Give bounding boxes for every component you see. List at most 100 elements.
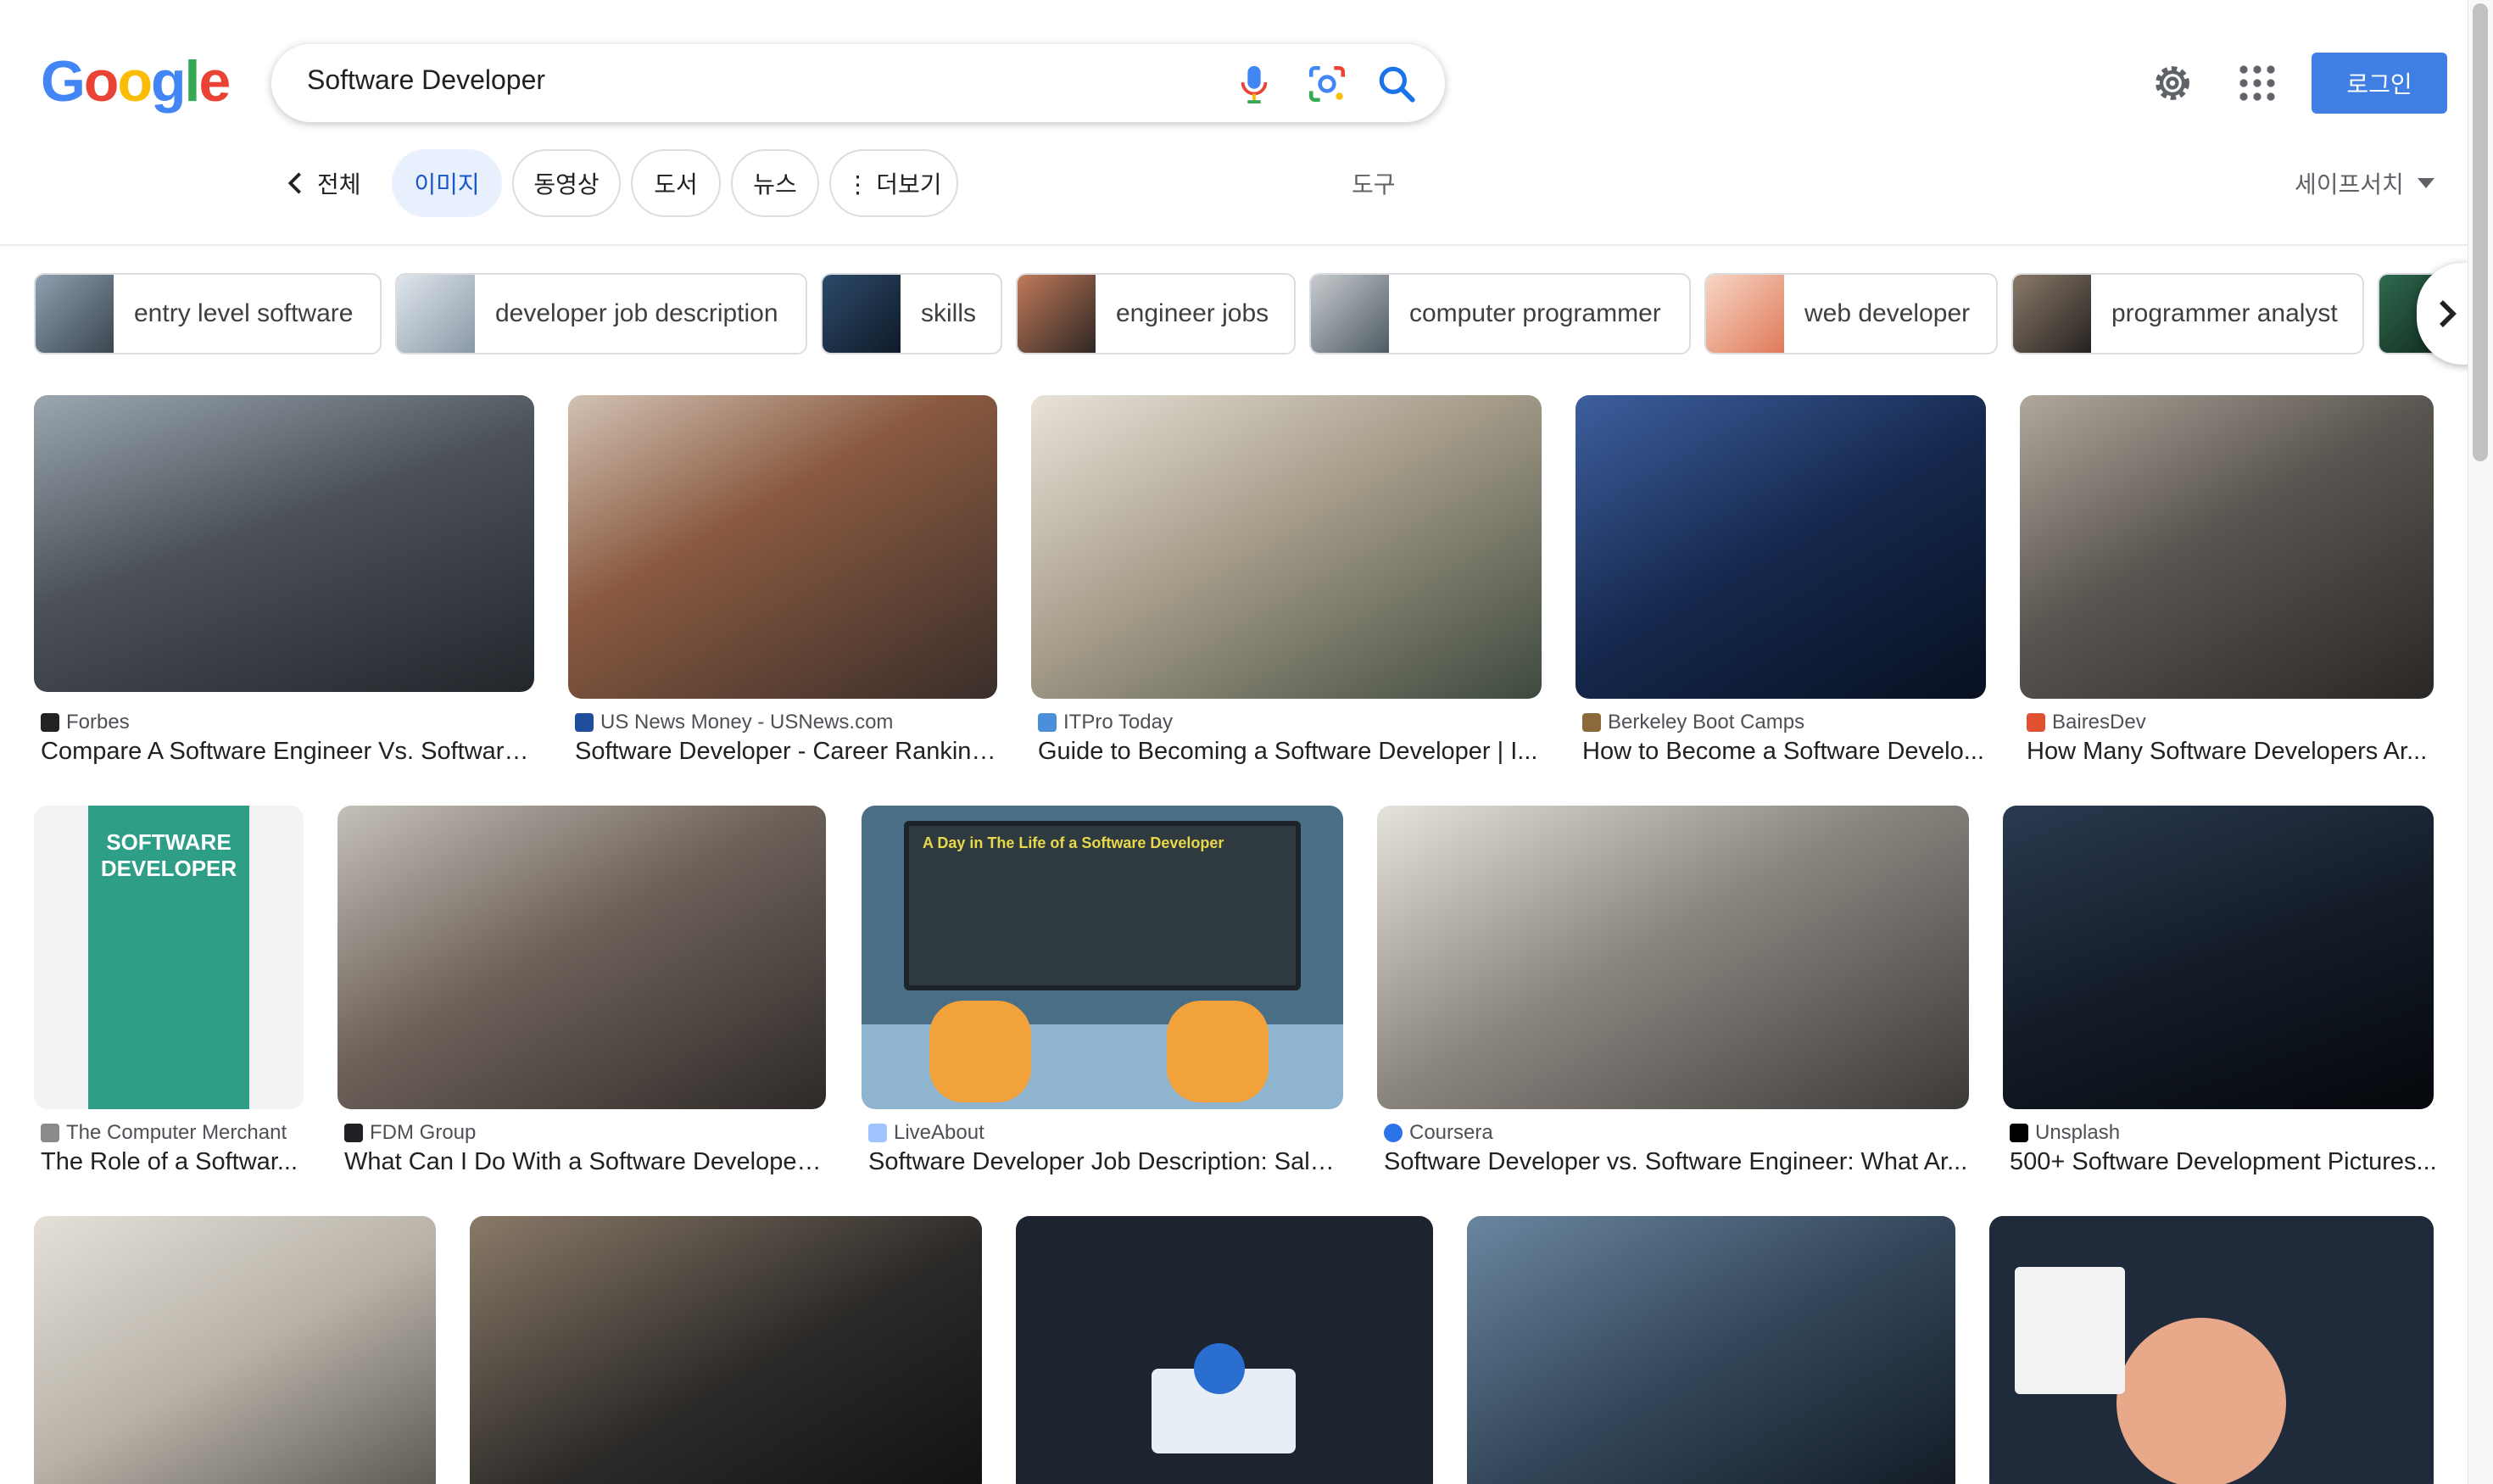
tab-more[interactable]: ⋮ 더보기 bbox=[829, 149, 958, 217]
image-result[interactable] bbox=[1989, 1216, 2434, 1484]
chip-engineer-jobs[interactable]: engineer jobs bbox=[1016, 273, 1296, 354]
chip-label: engineer jobs bbox=[1116, 299, 1269, 327]
image-result[interactable]: Berkeley Boot Camps How to Become a Soft… bbox=[1576, 395, 1986, 768]
image-result[interactable] bbox=[1016, 1216, 1433, 1484]
google-logo[interactable]: Google bbox=[41, 53, 231, 110]
result-title[interactable]: How to Become a Software Develo... bbox=[1582, 738, 1989, 766]
result-thumbnail[interactable] bbox=[34, 1216, 436, 1484]
chip-developer-job-description[interactable]: developer job description bbox=[395, 273, 807, 354]
source-name: Unsplash bbox=[2035, 1121, 2121, 1144]
illustration-hand bbox=[929, 1001, 1031, 1102]
image-result[interactable]: ITPro Today Guide to Becoming a Software… bbox=[1031, 395, 1542, 768]
result-source[interactable]: Berkeley Boot Camps bbox=[1582, 711, 1804, 734]
result-thumbnail[interactable] bbox=[2003, 806, 2434, 1109]
apps-grid-icon[interactable] bbox=[2237, 63, 2278, 103]
tab-videos[interactable]: 동영상 bbox=[512, 149, 621, 217]
chip-label: developer job description bbox=[495, 299, 778, 327]
header-divider bbox=[0, 244, 2468, 246]
result-thumbnail[interactable] bbox=[2020, 395, 2434, 699]
chip-label: web developer bbox=[1804, 299, 1971, 327]
image-result[interactable]: Forbes Compare A Software Engineer Vs. S… bbox=[34, 395, 534, 768]
result-source[interactable]: Forbes bbox=[41, 711, 130, 734]
result-source[interactable]: The Computer Merchant bbox=[41, 1121, 287, 1145]
result-source[interactable]: BairesDev bbox=[2027, 711, 2146, 734]
chip-skills[interactable]: skills bbox=[821, 273, 1002, 354]
illustration-face bbox=[2117, 1318, 2286, 1484]
tab-books[interactable]: 도서 bbox=[631, 149, 721, 217]
source-name: Berkeley Boot Camps bbox=[1608, 711, 1805, 734]
result-source[interactable]: ITPro Today bbox=[1038, 711, 1173, 734]
image-result[interactable]: A Day in The Life of a Software Develope… bbox=[862, 806, 1343, 1179]
result-thumbnail[interactable] bbox=[34, 395, 534, 692]
source-name: Forbes bbox=[66, 711, 130, 734]
chip-thumbnail bbox=[2013, 275, 2091, 353]
result-title[interactable]: Guide to Becoming a Software Developer |… bbox=[1038, 738, 1543, 766]
search-icon[interactable] bbox=[1375, 63, 1418, 105]
chip-computer-programmer[interactable]: computer programmer bbox=[1309, 273, 1691, 354]
result-thumbnail[interactable] bbox=[470, 1216, 982, 1484]
settings-gear-icon[interactable] bbox=[2150, 61, 2195, 105]
favicon-icon bbox=[41, 713, 59, 732]
chip-programmer-analyst[interactable]: programmer analyst bbox=[2011, 273, 2364, 354]
safesearch-dropdown[interactable]: 세이프서치 bbox=[2295, 166, 2434, 200]
result-thumbnail[interactable] bbox=[1016, 1216, 1433, 1484]
result-title[interactable]: How Many Software Developers Ar... bbox=[2027, 738, 2437, 766]
tab-images[interactable]: 이미지 bbox=[392, 149, 502, 217]
result-title[interactable]: Compare A Software Engineer Vs. Software… bbox=[41, 738, 533, 766]
result-title[interactable]: Software Developer Job Description: Sala… bbox=[868, 1148, 1343, 1176]
tools-button[interactable]: 도구 bbox=[1352, 166, 1396, 200]
favicon-icon bbox=[1582, 713, 1601, 732]
result-thumbnail[interactable] bbox=[568, 395, 997, 699]
favicon-icon bbox=[2027, 713, 2045, 732]
result-thumbnail[interactable]: SOFTWARE DEVELOPER bbox=[34, 806, 304, 1109]
image-result[interactable]: US News Money - USNews.com Software Deve… bbox=[568, 395, 999, 768]
illustration-title: A Day in The Life of a Software Develope… bbox=[923, 834, 1224, 851]
result-thumbnail[interactable] bbox=[1576, 395, 1986, 699]
result-thumbnail[interactable] bbox=[1377, 806, 1969, 1109]
infographic-panel: SOFTWARE DEVELOPER bbox=[88, 806, 249, 1109]
tab-all[interactable]: 전체 bbox=[285, 149, 361, 217]
result-source[interactable]: LiveAbout bbox=[868, 1121, 984, 1145]
result-title[interactable]: Software Developer vs. Software Engineer… bbox=[1384, 1148, 1969, 1176]
result-title[interactable]: What Can I Do With a Software Developer … bbox=[344, 1148, 828, 1176]
result-thumbnail[interactable] bbox=[1467, 1216, 1955, 1484]
result-thumbnail[interactable]: A Day in The Life of a Software Develope… bbox=[862, 806, 1343, 1109]
image-result[interactable]: Coursera Software Developer vs. Software… bbox=[1377, 806, 1969, 1179]
result-thumbnail[interactable] bbox=[337, 806, 826, 1109]
chip-thumbnail bbox=[36, 275, 114, 353]
image-result[interactable] bbox=[1467, 1216, 1955, 1484]
tab-all-label: 전체 bbox=[317, 171, 361, 198]
illustration-person bbox=[1194, 1343, 1245, 1394]
result-title[interactable]: Software Developer - Career Ranking... bbox=[575, 738, 999, 766]
chip-entry-level-software[interactable]: entry level software bbox=[34, 273, 382, 354]
illustration-monitor: A Day in The Life of a Software Develope… bbox=[904, 821, 1301, 990]
image-result[interactable] bbox=[470, 1216, 982, 1484]
chip-web-developer[interactable]: web developer bbox=[1704, 273, 1998, 354]
source-name: FDM Group bbox=[370, 1121, 477, 1144]
source-name: Coursera bbox=[1409, 1121, 1493, 1144]
infographic-title: SOFTWARE DEVELOPER bbox=[100, 829, 237, 881]
result-thumbnail[interactable] bbox=[1031, 395, 1542, 699]
tab-news[interactable]: 뉴스 bbox=[731, 149, 819, 217]
scrollbar-thumb[interactable] bbox=[2473, 3, 2488, 461]
result-thumbnail[interactable] bbox=[1989, 1216, 2434, 1484]
favicon-icon bbox=[344, 1124, 363, 1142]
result-source[interactable]: US News Money - USNews.com bbox=[575, 711, 893, 734]
source-name: US News Money - USNews.com bbox=[600, 711, 894, 734]
image-result[interactable]: BairesDev How Many Software Developers A… bbox=[2020, 395, 2434, 768]
result-source[interactable]: FDM Group bbox=[344, 1121, 476, 1145]
result-title[interactable]: The Role of a Softwar... bbox=[41, 1148, 310, 1176]
image-result[interactable]: SOFTWARE DEVELOPER The Computer Merchant… bbox=[34, 806, 304, 1179]
image-result[interactable] bbox=[34, 1216, 436, 1484]
caret-down-icon bbox=[2417, 178, 2434, 188]
result-source[interactable]: Coursera bbox=[1384, 1121, 1493, 1145]
lens-icon[interactable] bbox=[1306, 63, 1348, 105]
login-button[interactable]: 로그인 bbox=[2312, 53, 2447, 114]
safesearch-label: 세이프서치 bbox=[2295, 171, 2404, 198]
search-input[interactable]: Software Developer bbox=[307, 64, 545, 96]
result-source[interactable]: Unsplash bbox=[2010, 1121, 2120, 1145]
image-result[interactable]: Unsplash 500+ Software Development Pictu… bbox=[2003, 806, 2437, 1179]
image-result[interactable]: FDM Group What Can I Do With a Software … bbox=[337, 806, 828, 1179]
result-title[interactable]: 500+ Software Development Pictures... bbox=[2010, 1148, 2437, 1176]
microphone-icon[interactable] bbox=[1235, 63, 1274, 105]
